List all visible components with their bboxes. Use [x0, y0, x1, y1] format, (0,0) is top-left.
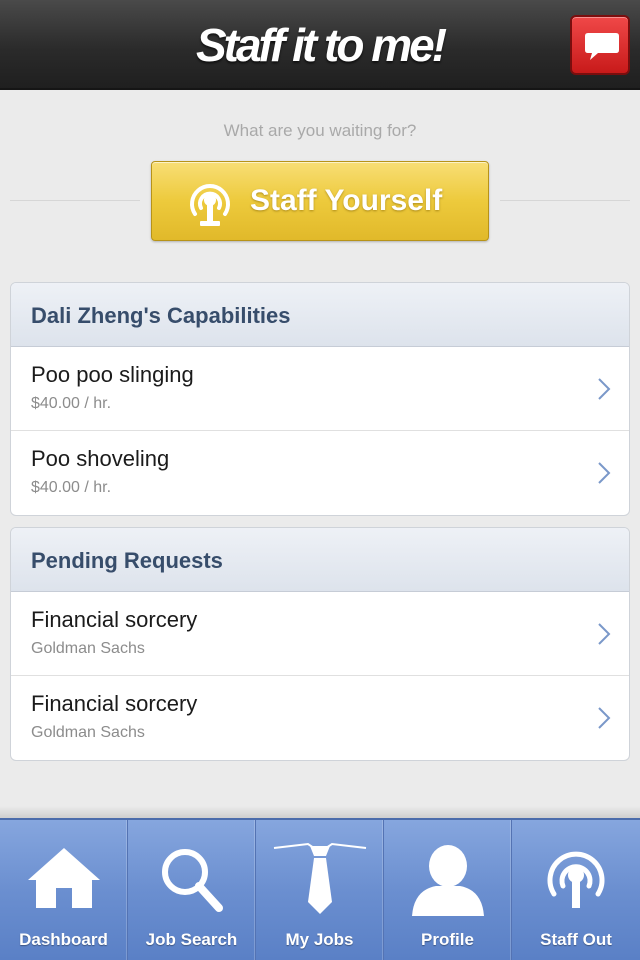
- list-item[interactable]: Financial sorcery Goldman Sachs: [11, 592, 629, 676]
- app-logo: Staff it to me!: [195, 19, 447, 71]
- list-item-title: Financial sorcery: [31, 691, 198, 716]
- list-item-subtitle: $40.00 / hr.: [31, 479, 112, 496]
- list-item[interactable]: Financial sorcery Goldman Sachs: [11, 676, 629, 760]
- tab-label: Staff Out: [540, 930, 612, 949]
- chevron-right-icon: [598, 378, 611, 400]
- broadcast-icon: [190, 184, 230, 226]
- chevron-right-icon: [598, 623, 611, 645]
- list-item-title: Poo poo slinging: [31, 362, 194, 387]
- broadcast-icon: [547, 851, 605, 908]
- person-icon: [411, 845, 484, 916]
- tab-bar: Dashboard Job Search My Jobs Profile Sta…: [0, 818, 640, 960]
- home-icon: [27, 848, 100, 908]
- pending-requests-heading: Pending Requests: [31, 548, 223, 573]
- necktie-icon: [273, 842, 366, 914]
- capabilities-heading: Dali Zheng's Capabilities: [31, 303, 291, 328]
- tab-label: Job Search: [145, 930, 238, 949]
- staff-yourself-button[interactable]: Staff Yourself: [151, 161, 489, 241]
- app-header: Staff it to me!: [0, 0, 640, 90]
- staff-yourself-label: Staff Yourself: [250, 184, 443, 217]
- tabbar-shadow: [0, 806, 640, 818]
- tab-job-search[interactable]: Job Search: [128, 820, 256, 960]
- tab-label: Dashboard: [19, 930, 108, 949]
- chevron-right-icon: [598, 462, 611, 484]
- capabilities-header: Dali Zheng's Capabilities: [11, 283, 629, 347]
- list-item-subtitle: Goldman Sachs: [31, 724, 145, 741]
- divider-left: [10, 200, 140, 201]
- pending-requests-panel: Pending Requests Financial sorcery Goldm…: [10, 527, 630, 761]
- intro-prompt: What are you waiting for?: [223, 121, 417, 140]
- tab-label: My Jobs: [285, 930, 354, 949]
- pending-requests-header: Pending Requests: [11, 528, 629, 592]
- chat-button[interactable]: [570, 15, 630, 75]
- list-item[interactable]: Poo shoveling $40.00 / hr.: [11, 431, 629, 515]
- list-item-subtitle: $40.00 / hr.: [31, 395, 112, 412]
- chevron-right-icon: [598, 707, 611, 729]
- list-item-title: Financial sorcery: [31, 607, 198, 632]
- tab-label: Profile: [421, 930, 474, 949]
- list-item-title: Poo shoveling: [31, 446, 170, 471]
- list-item[interactable]: Poo poo slinging $40.00 / hr.: [11, 347, 629, 431]
- capabilities-panel: Dali Zheng's Capabilities Poo poo slingi…: [10, 282, 630, 516]
- tab-staff-out[interactable]: Staff Out: [512, 820, 640, 960]
- magnifier-icon: [161, 849, 223, 912]
- tab-my-jobs[interactable]: My Jobs: [256, 820, 384, 960]
- list-item-subtitle: Goldman Sachs: [31, 640, 145, 657]
- tab-dashboard[interactable]: Dashboard: [0, 820, 128, 960]
- tab-profile[interactable]: Profile: [384, 820, 512, 960]
- chat-bubble-icon: [585, 33, 619, 60]
- divider-right: [500, 200, 630, 201]
